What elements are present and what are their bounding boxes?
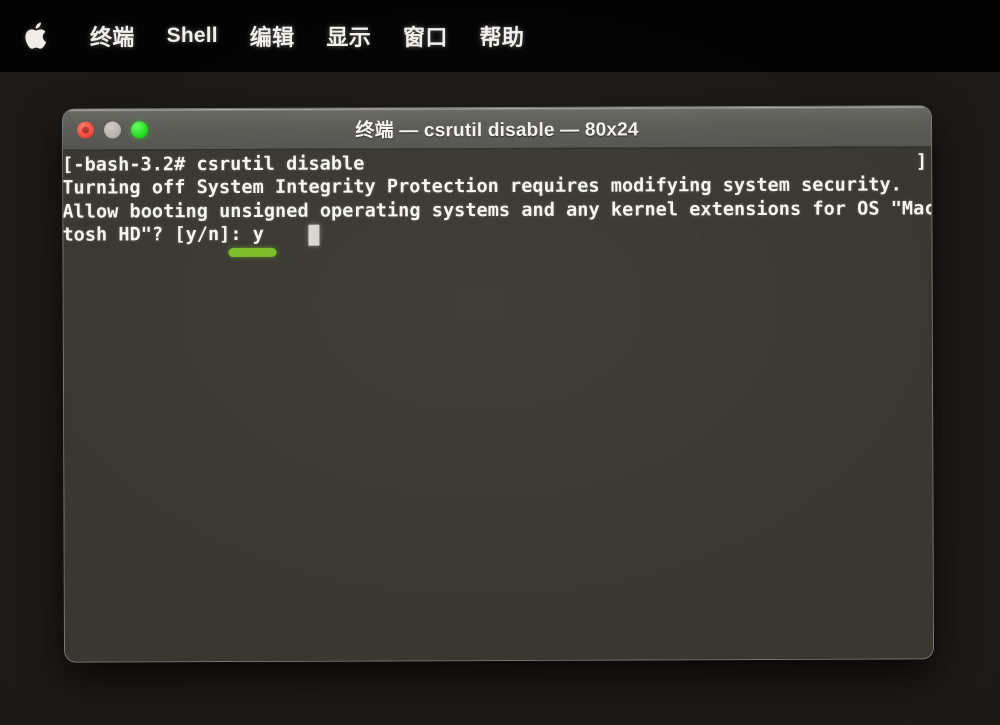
menu-item-window[interactable]: 窗口 <box>387 20 464 52</box>
window-titlebar[interactable]: 终端 — csrutil disable — 80x24 <box>62 106 932 151</box>
menu-item-edit[interactable]: 编辑 <box>234 20 311 52</box>
block-cursor <box>308 224 320 246</box>
menu-item-shell[interactable]: Shell <box>151 24 234 48</box>
terminal-window[interactable]: 终端 — csrutil disable — 80x24 [-bash-3.2#… <box>62 106 934 662</box>
green-highlight-annotation <box>228 247 277 258</box>
window-title: 终端 — csrutil disable — 80x24 <box>355 118 639 142</box>
minimize-button[interactable] <box>103 120 122 139</box>
close-button[interactable] <box>76 121 95 139</box>
apple-logo-icon[interactable] <box>22 20 48 52</box>
line-wrap-marker: ] <box>915 151 928 173</box>
traffic-lights <box>76 120 149 139</box>
desktop-screen: 终端 Shell 编辑 显示 窗口 帮助 终端 — csrutil disabl… <box>0 0 1000 725</box>
menu-bar: 终端 Shell 编辑 显示 窗口 帮助 <box>0 0 1000 72</box>
terminal-output-text: [-bash-3.2# csrutil disable Turning off … <box>63 153 934 246</box>
zoom-button[interactable] <box>130 120 149 138</box>
menu-item-view[interactable]: 显示 <box>310 20 387 52</box>
menu-item-help[interactable]: 帮助 <box>464 20 541 52</box>
menu-item-terminal[interactable]: 终端 <box>74 20 151 52</box>
terminal-content-area[interactable]: [-bash-3.2# csrutil disable Turning off … <box>63 147 934 662</box>
